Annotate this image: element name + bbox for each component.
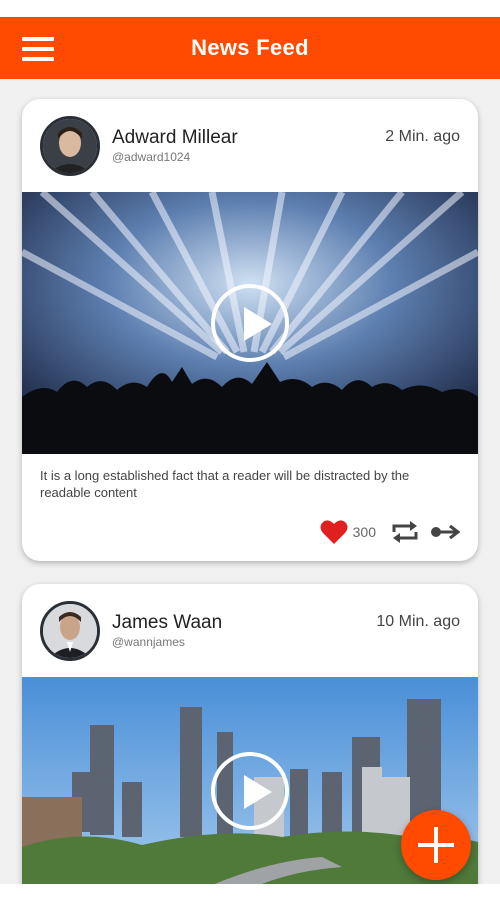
post-timestamp: 2 Min. ago	[385, 128, 460, 145]
post-header: Adward Millear @adward1024 2 Min. ago	[22, 99, 478, 192]
post-card: Adward Millear @adward1024 2 Min. ago It…	[22, 99, 478, 561]
hamburger-menu-icon[interactable]	[22, 37, 54, 61]
add-post-button[interactable]	[401, 810, 471, 880]
author-name[interactable]: James Waan	[112, 612, 222, 634]
repost-icon[interactable]	[390, 520, 420, 544]
share-icon[interactable]	[430, 522, 460, 542]
status-bar	[0, 0, 500, 17]
play-button[interactable]	[211, 751, 289, 830]
author-name[interactable]: Adward Millear	[112, 127, 238, 149]
heart-icon[interactable]	[320, 519, 348, 545]
author-handle: @wannjames	[112, 635, 185, 649]
post-actions: 300	[320, 519, 460, 545]
video-thumbnail[interactable]	[22, 192, 478, 454]
author-handle: @adward1024	[112, 150, 191, 164]
post-timestamp: 10 Min. ago	[376, 613, 460, 630]
bottom-edge	[0, 884, 500, 900]
like-count: 300	[352, 524, 376, 540]
post-text: It is a long established fact that a rea…	[40, 468, 410, 500]
app-bar: News Feed	[0, 17, 500, 79]
avatar[interactable]	[40, 116, 100, 176]
avatar[interactable]	[40, 601, 100, 661]
play-button[interactable]	[211, 284, 289, 362]
news-feed[interactable]: Adward Millear @adward1024 2 Min. ago It…	[0, 79, 500, 884]
page-title: News Feed	[191, 35, 309, 60]
post-header: James Waan @wannjames 10 Min. ago	[22, 584, 478, 677]
